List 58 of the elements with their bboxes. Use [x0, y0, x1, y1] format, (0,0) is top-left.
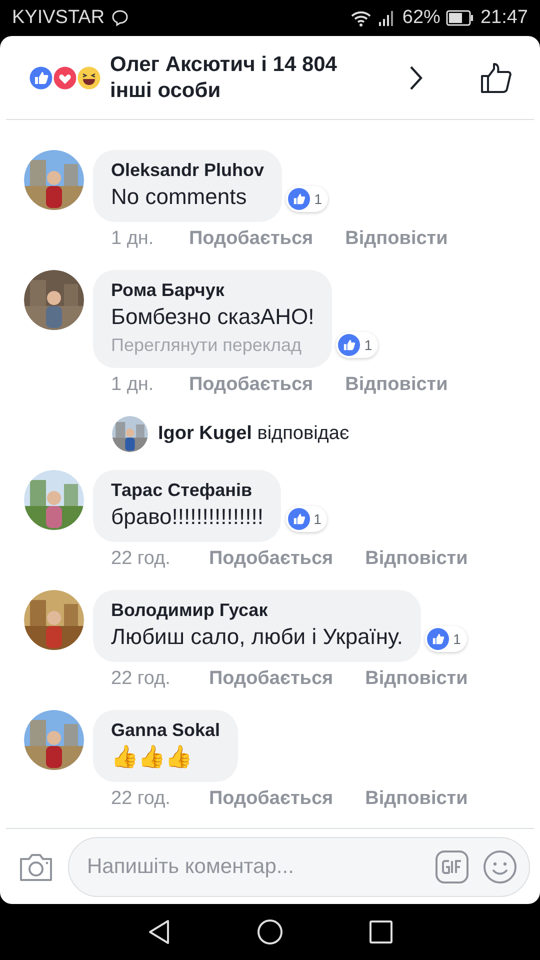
- reaction-count: 1: [453, 631, 461, 647]
- commenter-name[interactable]: Рома Барчук: [111, 280, 314, 301]
- reply-link[interactable]: Відповісти: [345, 374, 448, 416]
- reply-indicator: Igor Kugel відповідає: [158, 423, 350, 445]
- battery-icon: [446, 10, 474, 26]
- comment-time: 22 год.: [111, 668, 172, 691]
- comment-input-field[interactable]: Напишіть коментар...: [85, 854, 421, 880]
- battery-percent: 62%: [402, 7, 440, 29]
- back-icon[interactable]: [147, 919, 171, 945]
- emoji-icon[interactable]: [483, 850, 517, 884]
- carrier-name: KYIVSTAR: [12, 7, 105, 29]
- reply-link[interactable]: Відповісти: [365, 668, 468, 710]
- reaction-count-badge[interactable]: 1: [336, 332, 378, 358]
- like-reaction-icon: [338, 334, 360, 356]
- commenter-name[interactable]: Володимир Гусак: [111, 600, 403, 621]
- comment-text: 👍👍👍: [111, 744, 193, 770]
- reaction-count-badge[interactable]: 1: [286, 186, 328, 212]
- gif-icon[interactable]: [435, 850, 469, 884]
- love-reaction-icon: [52, 64, 78, 90]
- like-link[interactable]: Подобається: [209, 548, 334, 590]
- reaction-count-badge[interactable]: 1: [286, 506, 328, 532]
- comment-text: No comments: [111, 184, 248, 210]
- like-link[interactable]: Подобається: [189, 374, 314, 416]
- reaction-count-badge[interactable]: 1: [425, 626, 467, 652]
- chevron-right-icon[interactable]: [408, 64, 424, 90]
- clock-time: 21:47: [480, 7, 528, 29]
- reply-link[interactable]: Відповісти: [365, 548, 468, 590]
- comment-time: 1 дн.: [111, 374, 155, 397]
- commenter-name[interactable]: Ganna Sokal: [111, 720, 220, 741]
- home-icon[interactable]: [257, 919, 283, 945]
- comment-composer[interactable]: Напишіть коментар...: [68, 836, 530, 896]
- reaction-count: 1: [314, 191, 322, 207]
- haha-reaction-icon: [76, 64, 102, 90]
- commenter-name[interactable]: Тарас Стефанів: [111, 480, 264, 501]
- like-link[interactable]: Подобається: [189, 228, 314, 270]
- comment-text: Бомбезно сказАНО!: [111, 304, 314, 330]
- like-reaction-icon: [28, 64, 54, 90]
- reply-link[interactable]: Відповісти: [365, 788, 468, 828]
- comment-time: 1 дн.: [111, 228, 155, 251]
- like-reaction-icon: [288, 188, 310, 210]
- commenter-name[interactable]: Oleksandr Pluhov: [111, 160, 264, 181]
- reactions-summary[interactable]: Олег Аксютич і 14 804 інші особи: [110, 52, 360, 104]
- comment-text: Любиш сало, люби і Україну.: [111, 624, 403, 650]
- recent-apps-icon[interactable]: [369, 920, 393, 944]
- reaction-count: 1: [364, 337, 372, 353]
- comment-time: 22 год.: [111, 548, 172, 571]
- like-reaction-icon: [288, 508, 310, 530]
- comment-text: браво!!!!!!!!!!!!!!!: [111, 504, 264, 530]
- wifi-icon: [350, 9, 372, 27]
- like-link[interactable]: Подобається: [209, 788, 334, 828]
- chat-bubble-icon: [110, 9, 129, 27]
- reaction-count: 1: [314, 511, 322, 527]
- like-reaction-icon: [427, 628, 450, 650]
- see-translation-link[interactable]: Переглянути переклад: [111, 335, 314, 356]
- thumbs-up-icon[interactable]: [480, 62, 512, 94]
- reply-link[interactable]: Відповісти: [345, 228, 448, 270]
- comment-time: 22 год.: [111, 788, 172, 811]
- like-link[interactable]: Подобається: [209, 668, 334, 710]
